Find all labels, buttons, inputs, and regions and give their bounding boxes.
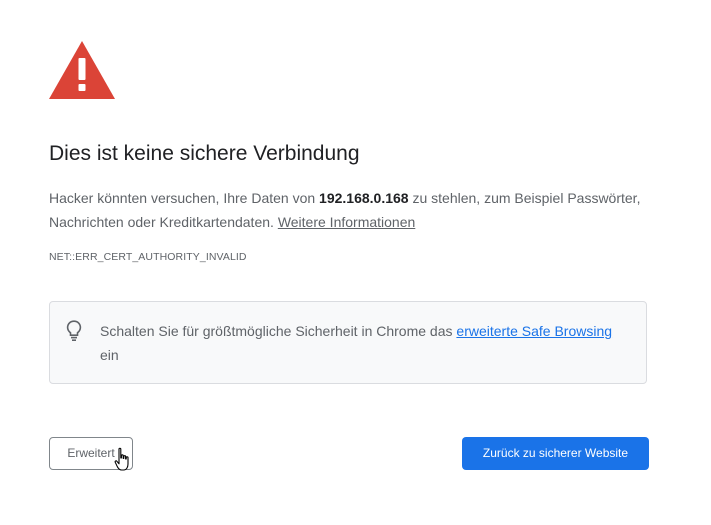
- lightbulb-icon: [66, 320, 82, 342]
- enhanced-safe-browsing-link[interactable]: erweiterte Safe Browsing: [456, 323, 612, 339]
- description-text: Hacker könnten versuchen, Ihre Daten von…: [49, 186, 649, 234]
- back-to-safety-button[interactable]: Zurück zu sicherer Website: [462, 437, 649, 470]
- warning-triangle-icon: [49, 41, 115, 99]
- safe-browsing-suffix: ein: [100, 347, 119, 363]
- host-address: 192.168.0.168: [319, 190, 409, 206]
- description-prefix: Hacker könnten versuchen, Ihre Daten von: [49, 190, 320, 206]
- safe-browsing-prefix: Schalten Sie für größtmögliche Sicherhei…: [100, 323, 457, 339]
- safe-browsing-text: Schalten Sie für größtmögliche Sicherhei…: [100, 319, 630, 367]
- more-info-link[interactable]: Weitere Informationen: [278, 214, 415, 230]
- safe-browsing-promo: Schalten Sie für größtmögliche Sicherhei…: [49, 301, 647, 384]
- error-code: NET::ERR_CERT_AUTHORITY_INVALID: [49, 251, 247, 263]
- ssl-interstitial-page: Dies ist keine sichere Verbindung Hacker…: [0, 0, 711, 525]
- hand-cursor-icon: [114, 447, 129, 471]
- page-title: Dies ist keine sichere Verbindung: [49, 142, 360, 165]
